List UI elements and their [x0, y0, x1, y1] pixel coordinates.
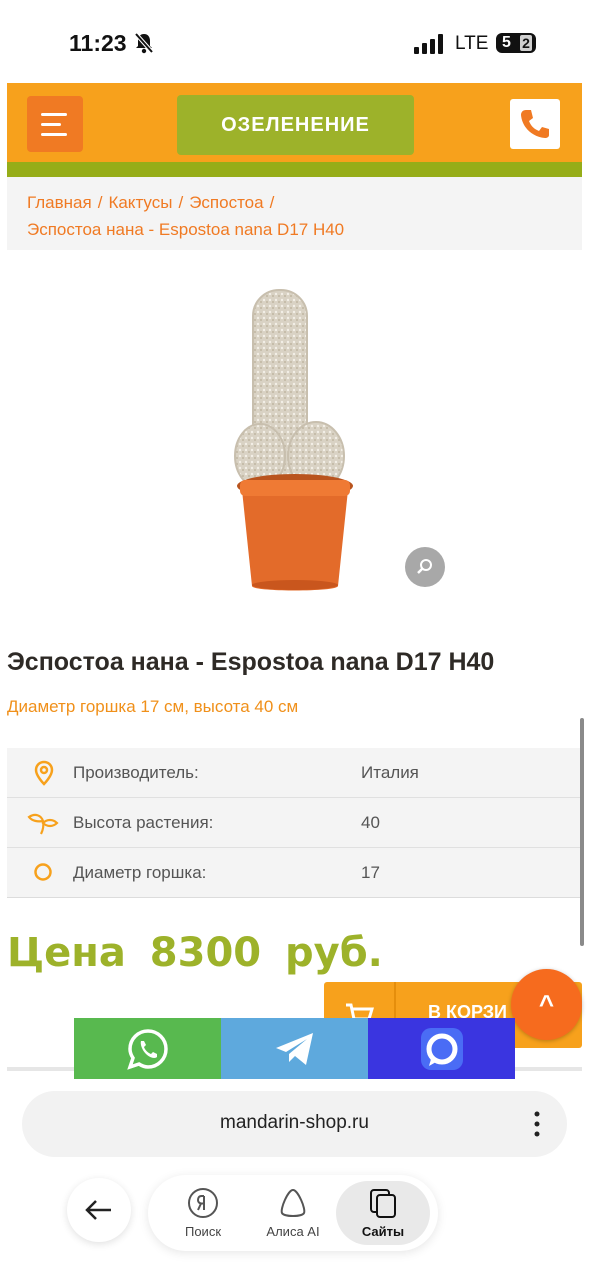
- spec-label: Высота растения:: [73, 813, 214, 832]
- nav-sites-label: Сайты: [361, 1224, 405, 1239]
- breadcrumb: Главная / Кактусы / Эспостоа / Эспостоа нана …: [7, 177, 582, 250]
- address-bar[interactable]: mandarin-shop.ru: [22, 1091, 567, 1157]
- product-image[interactable]: [220, 268, 370, 598]
- phone-button[interactable]: [510, 99, 560, 149]
- status-bar: 11:23 LTE 5 2: [0, 0, 589, 82]
- battery-level-rest: 2: [520, 35, 532, 51]
- battery-level: 5: [502, 34, 511, 51]
- breadcrumb-separator: /: [97, 193, 103, 212]
- telegram-button[interactable]: [221, 1018, 368, 1079]
- status-time: 11:23: [69, 30, 127, 56]
- spec-row: Высота растения: 40: [7, 798, 582, 848]
- menu-bar: [41, 133, 67, 136]
- spec-row: Производитель: Италия: [7, 748, 582, 798]
- breadcrumb-link-espostoa[interactable]: Эспостоа: [189, 193, 263, 212]
- breadcrumb-link-home[interactable]: Главная: [27, 193, 92, 212]
- telegram-icon: [275, 1032, 313, 1065]
- product-title: Эспостоа нана - Espostoa nana D17 H40: [7, 648, 495, 676]
- sprout-icon: [27, 813, 59, 835]
- whatsapp-icon: [126, 1028, 168, 1070]
- max-icon: [420, 1027, 463, 1070]
- nav-alice[interactable]: Алиса AI: [246, 1181, 340, 1245]
- site-header: ОЗЕЛЕНЕНИЕ: [7, 83, 582, 167]
- browser-bottom-nav: Поиск Алиса AI Сайты: [148, 1175, 438, 1251]
- breadcrumb-link-cacti[interactable]: Кактусы: [108, 193, 172, 212]
- menu-button[interactable]: [27, 96, 83, 152]
- back-button[interactable]: [67, 1178, 131, 1242]
- battery-icon: 5 2: [496, 33, 536, 53]
- nav-alice-label: Алиса AI: [266, 1224, 320, 1239]
- menu-bar: [41, 113, 67, 116]
- greening-nav-button[interactable]: ОЗЕЛЕНЕНИЕ: [177, 95, 414, 155]
- phone-icon: [521, 110, 549, 138]
- max-button[interactable]: [368, 1018, 515, 1079]
- alice-icon: [280, 1188, 306, 1217]
- spec-row: Диаметр горшка: 17: [7, 848, 582, 898]
- nav-sites[interactable]: Сайты: [336, 1181, 430, 1245]
- scroll-to-top-button[interactable]: ^: [511, 969, 582, 1040]
- signal-icon: [414, 34, 443, 54]
- scrollbar[interactable]: [580, 718, 584, 946]
- whatsapp-button[interactable]: [74, 1018, 221, 1079]
- breadcrumb-separator: /: [269, 193, 275, 212]
- zoom-button[interactable]: [405, 547, 445, 587]
- spec-value: Италия: [361, 763, 419, 782]
- breadcrumb-current[interactable]: Эспостоа нана - Espostoa nana D17 H40: [27, 216, 582, 243]
- specs-table: Производитель: Италия Высота растения: 4…: [7, 748, 582, 898]
- spec-value: 17: [361, 863, 380, 882]
- header-underline: [7, 162, 582, 177]
- spec-label: Диаметр горшка:: [73, 863, 207, 882]
- spec-value: 40: [361, 813, 380, 832]
- nav-search-label: Поиск: [184, 1224, 222, 1239]
- spec-label: Производитель:: [73, 763, 199, 782]
- more-menu-icon[interactable]: [534, 1111, 540, 1137]
- back-arrow-icon: [85, 1200, 111, 1220]
- bell-muted-icon: [134, 32, 154, 54]
- product-subtitle: Диаметр горшка 17 см, высота 40 см: [7, 697, 299, 716]
- menu-bar: [41, 123, 61, 126]
- url-text[interactable]: mandarin-shop.ru: [22, 1112, 567, 1134]
- location-pin-icon: [34, 760, 54, 786]
- circle-icon: [34, 863, 52, 881]
- yandex-icon: [188, 1188, 218, 1218]
- tabs-icon: [370, 1189, 396, 1218]
- product-price: Цена 8300 руб.: [7, 930, 383, 976]
- breadcrumb-separator: /: [178, 193, 184, 212]
- magnifier-icon: [417, 559, 432, 574]
- network-label: LTE: [455, 33, 489, 54]
- nav-search[interactable]: Поиск: [156, 1181, 250, 1245]
